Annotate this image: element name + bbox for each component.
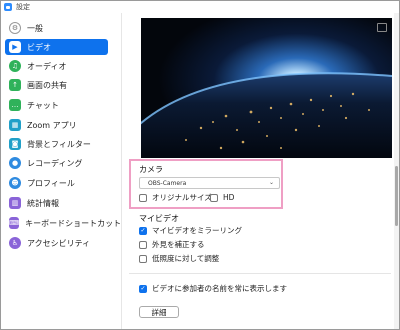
background-person-icon: ◙	[9, 138, 21, 150]
low-light-checkbox[interactable]	[139, 254, 147, 263]
keyboard-icon: ⌨	[9, 217, 20, 229]
settings-sidebar: ⚙ 一般 ▶ ビデオ ♫ オーディオ ↑ 画面の共有 … チャット ▦ Zoom…	[1, 13, 121, 329]
camera-select[interactable]: OBS-Camera ⌄	[139, 177, 280, 189]
sidebar-item-background-filters[interactable]: ◙ 背景とフィルター	[5, 136, 108, 152]
profile-icon: ☻	[9, 177, 21, 189]
gear-icon: ⚙	[9, 22, 21, 34]
window-title: 設定	[16, 3, 30, 11]
earth-preview-image	[141, 18, 392, 158]
sidebar-item-label: 一般	[27, 23, 43, 33]
original-size-label: オリジナルサイズ	[152, 193, 212, 202]
sidebar-item-profile[interactable]: ☻ プロフィール	[5, 175, 108, 191]
sidebar-item-label: 画面の共有	[27, 80, 67, 90]
sidebar-item-audio[interactable]: ♫ オーディオ	[5, 58, 108, 74]
video-preview	[141, 18, 392, 158]
always-show-names-checkbox[interactable]	[139, 284, 147, 293]
always-show-names-label: ビデオに参加者の名前を常に表示します	[152, 284, 287, 293]
my-video-section-title: マイビデオ	[139, 214, 179, 223]
sidebar-item-keyboard-shortcuts[interactable]: ⌨ キーボードショートカット	[5, 215, 121, 231]
sidebar-item-general[interactable]: ⚙ 一般	[5, 20, 108, 36]
mirror-video-label: マイビデオをミラーリング	[152, 226, 242, 235]
sidebar-item-chat[interactable]: … チャット	[5, 97, 108, 113]
zoom-app-icon	[4, 3, 12, 11]
low-light-label: 低照度に対して調整	[152, 254, 220, 263]
original-size-option[interactable]: オリジナルサイズ	[139, 192, 212, 203]
sidebar-item-accessibility[interactable]: ♿ アクセシビリティ	[5, 235, 108, 251]
sidebar-divider	[121, 13, 122, 329]
scrollbar-thumb[interactable]	[395, 166, 398, 226]
settings-window: 設定 ⚙ 一般 ▶ ビデオ ♫ オーディオ ↑ 画面の共有 … チャット ▦ Z…	[0, 0, 400, 330]
sidebar-item-label: プロフィール	[27, 178, 75, 188]
original-size-checkbox[interactable]	[139, 193, 147, 202]
section-divider	[129, 273, 391, 274]
video-camera-icon: ▶	[9, 41, 21, 53]
sidebar-item-label: チャット	[27, 100, 59, 110]
sidebar-item-statistics[interactable]: ▥ 統計情報	[5, 195, 108, 211]
share-screen-icon: ↑	[9, 79, 21, 91]
hd-option[interactable]: HD	[210, 192, 234, 203]
touch-up-option[interactable]: 外見を補正する	[139, 239, 205, 250]
always-show-names-option[interactable]: ビデオに参加者の名前を常に表示します	[139, 283, 287, 294]
camera-select-value: OBS-Camera	[148, 179, 187, 187]
hd-checkbox[interactable]	[210, 193, 218, 202]
sidebar-item-label: キーボードショートカット	[25, 218, 122, 228]
details-button[interactable]: 詳細	[139, 306, 179, 318]
sidebar-item-recording[interactable]: ● レコーディング	[5, 155, 108, 171]
sidebar-item-label: レコーディング	[27, 158, 83, 168]
touch-up-checkbox[interactable]	[139, 240, 147, 249]
sidebar-item-label: オーディオ	[27, 61, 67, 71]
accessibility-icon: ♿	[9, 237, 21, 249]
sidebar-item-zoom-apps[interactable]: ▦ Zoom アプリ	[5, 117, 108, 133]
mirror-video-checkbox[interactable]	[139, 226, 147, 235]
touch-up-label: 外見を補正する	[152, 240, 205, 249]
mirror-video-option[interactable]: マイビデオをミラーリング	[139, 225, 242, 236]
sidebar-item-label: 統計情報	[27, 198, 59, 208]
chat-bubble-icon: …	[9, 99, 21, 111]
sidebar-item-label: ビデオ	[27, 42, 51, 52]
low-light-option[interactable]: 低照度に対して調整	[139, 253, 219, 264]
record-icon: ●	[9, 157, 21, 169]
sidebar-item-label: 背景とフィルター	[27, 139, 91, 149]
popout-icon[interactable]	[377, 23, 387, 32]
apps-icon: ▦	[9, 119, 21, 131]
sidebar-item-share-screen[interactable]: ↑ 画面の共有	[5, 77, 108, 93]
sidebar-item-label: Zoom アプリ	[27, 120, 77, 130]
statistics-icon: ▥	[9, 197, 21, 209]
hd-label: HD	[223, 193, 235, 202]
sidebar-item-video[interactable]: ▶ ビデオ	[5, 39, 108, 55]
camera-section-title: カメラ	[139, 165, 163, 174]
sidebar-item-label: アクセシビリティ	[27, 238, 91, 248]
headphones-icon: ♫	[9, 60, 21, 72]
title-bar: 設定	[1, 1, 399, 13]
chevron-down-icon: ⌄	[268, 179, 274, 186]
